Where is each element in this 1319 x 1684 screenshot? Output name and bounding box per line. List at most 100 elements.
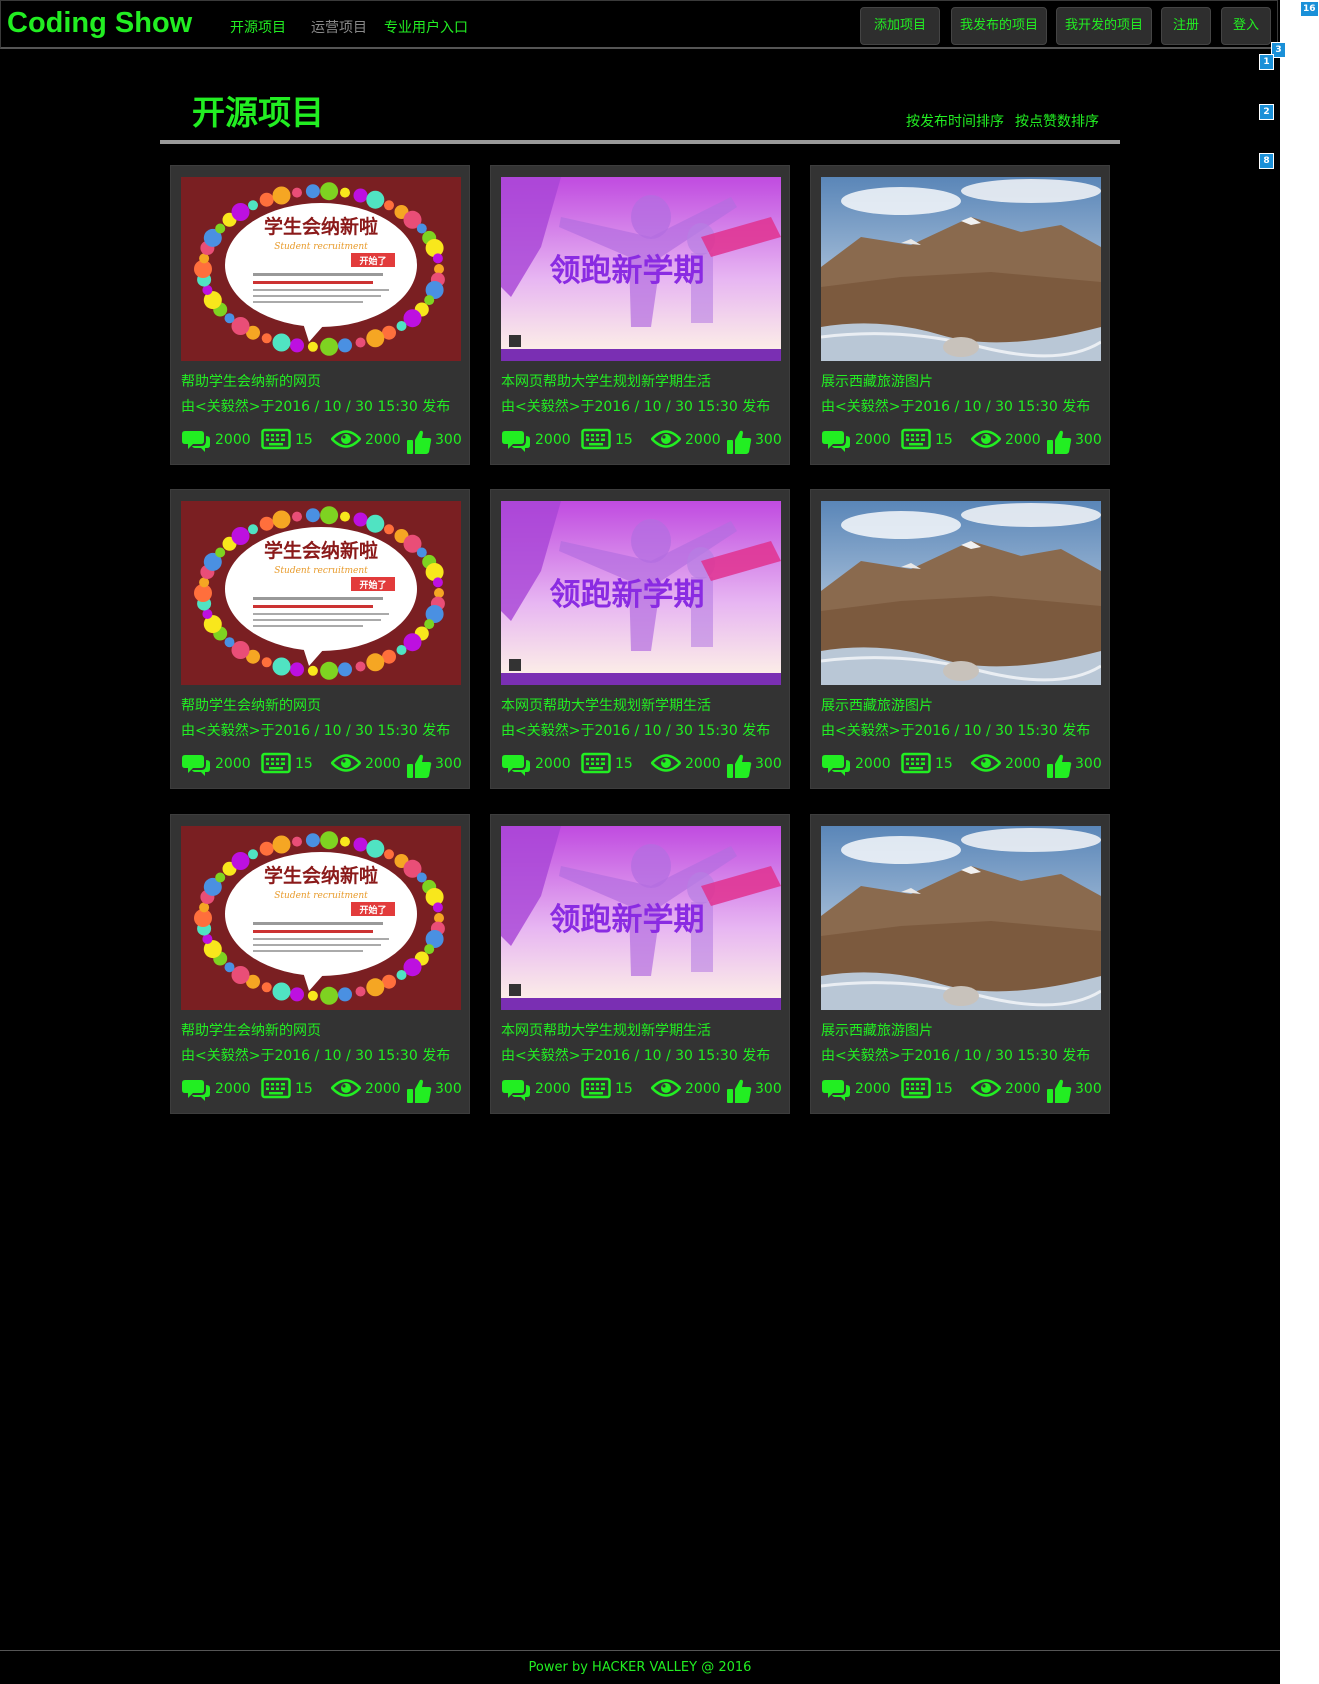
my-developed-button[interactable]: 我开发的项目 — [1056, 7, 1152, 45]
overlay-marker: 16 — [1300, 1, 1319, 17]
overlay-marker: 8 — [1259, 153, 1274, 169]
likes-count: 300 — [1075, 1081, 1102, 1097]
likes-count: 300 — [1075, 432, 1102, 448]
thumbs-up-icon[interactable] — [405, 1077, 433, 1109]
sort-by-likes-link[interactable]: 按点赞数排序 — [1015, 111, 1099, 131]
comment-icon — [181, 428, 211, 458]
keyboard-icon — [581, 1077, 611, 1103]
views-count: 2000 — [685, 756, 721, 772]
thumbs-up-icon[interactable] — [725, 428, 753, 460]
project-meta: 由<关毅然>于2016 / 10 / 30 15:30 发布 — [181, 1048, 451, 1064]
comment-icon — [501, 1077, 531, 1107]
project-title[interactable]: 帮助学生会纳新的网页 — [181, 1020, 321, 1040]
svg-text:Student recruitment: Student recruitment — [274, 566, 368, 576]
comments-count: 2000 — [535, 756, 571, 772]
comment-icon — [181, 752, 211, 782]
comment-icon — [501, 752, 531, 782]
sort-by-time-link[interactable]: 按发布时间排序 — [906, 111, 1004, 131]
thumbs-up-icon[interactable] — [725, 752, 753, 784]
nav-link-pro-users[interactable]: 专业用户入口 — [384, 17, 468, 37]
project-thumbnail[interactable]: 领跑新学期 — [501, 826, 781, 1010]
overlay-marker: 1 — [1259, 54, 1274, 70]
svg-text:领跑新学期: 领跑新学期 — [550, 902, 705, 938]
page-title: 开源项目 — [192, 93, 324, 132]
project-stats: 2000 15 2000 300 — [501, 1077, 787, 1103]
footer-text: Power by HACKER VALLEY @ 2016 — [528, 1660, 752, 1675]
code-count: 15 — [615, 432, 633, 448]
code-count: 15 — [615, 1081, 633, 1097]
project-thumbnail[interactable]: 学生会纳新啦 Student recruitment 开始了 — [181, 177, 461, 361]
project-title[interactable]: 帮助学生会纳新的网页 — [181, 371, 321, 391]
project-title[interactable]: 展示西藏旅游图片 — [821, 695, 933, 715]
project-title[interactable]: 展示西藏旅游图片 — [821, 1020, 933, 1040]
project-card[interactable]: 展示西藏旅游图片 由<关毅然>于2016 / 10 / 30 15:30 发布 … — [810, 489, 1110, 789]
thumbs-up-icon[interactable] — [405, 752, 433, 784]
views-count: 2000 — [365, 1081, 401, 1097]
project-card[interactable]: 学生会纳新啦 Student recruitment 开始了 帮助学生会纳新的网… — [170, 165, 470, 465]
project-title[interactable]: 本网页帮助大学生规划新学期生活 — [501, 695, 711, 715]
project-title[interactable]: 本网页帮助大学生规划新学期生活 — [501, 1020, 711, 1040]
project-card[interactable]: 展示西藏旅游图片 由<关毅然>于2016 / 10 / 30 15:30 发布 … — [810, 814, 1110, 1114]
project-stats: 2000 15 2000 300 — [181, 752, 467, 778]
project-title[interactable]: 本网页帮助大学生规划新学期生活 — [501, 371, 711, 391]
register-button[interactable]: 注册 — [1161, 7, 1211, 45]
comments-count: 2000 — [855, 756, 891, 772]
svg-text:开始了: 开始了 — [359, 579, 386, 591]
project-meta: 由<关毅然>于2016 / 10 / 30 15:30 发布 — [501, 399, 771, 415]
project-stats: 2000 15 2000 300 — [501, 428, 787, 454]
likes-count: 300 — [755, 432, 782, 448]
eye-icon — [330, 752, 362, 778]
nav-link-operations[interactable]: 运营项目 — [311, 17, 367, 37]
views-count: 2000 — [1005, 756, 1041, 772]
project-title[interactable]: 帮助学生会纳新的网页 — [181, 695, 321, 715]
keyboard-icon — [581, 428, 611, 454]
keyboard-icon — [261, 1077, 291, 1103]
keyboard-icon — [581, 752, 611, 778]
project-card[interactable]: 领跑新学期 本网页帮助大学生规划新学期生活 由<关毅然>于2016 / 10 /… — [490, 489, 790, 789]
keyboard-icon — [901, 1077, 931, 1103]
comments-count: 2000 — [215, 432, 251, 448]
project-meta: 由<关毅然>于2016 / 10 / 30 15:30 发布 — [181, 723, 451, 739]
code-count: 15 — [295, 1081, 313, 1097]
page-main: Coding Show 开源项目 运营项目 专业用户入口 添加项目 我发布的项目… — [0, 0, 1280, 1684]
svg-text:学生会纳新啦: 学生会纳新啦 — [264, 215, 378, 238]
project-title[interactable]: 展示西藏旅游图片 — [821, 371, 933, 391]
thumbs-up-icon[interactable] — [725, 1077, 753, 1109]
project-thumbnail[interactable]: 领跑新学期 — [501, 501, 781, 685]
project-stats: 2000 15 2000 300 — [181, 1077, 467, 1103]
nav-link-open-source[interactable]: 开源项目 — [230, 17, 286, 37]
my-published-button[interactable]: 我发布的项目 — [951, 7, 1047, 45]
keyboard-icon — [901, 428, 931, 454]
eye-icon — [970, 1077, 1002, 1103]
comments-count: 2000 — [855, 1081, 891, 1097]
project-stats: 2000 15 2000 300 — [821, 752, 1107, 778]
svg-text:领跑新学期: 领跑新学期 — [550, 577, 705, 613]
overlay-marker: 2 — [1259, 104, 1274, 120]
likes-count: 300 — [435, 756, 462, 772]
views-count: 2000 — [1005, 432, 1041, 448]
thumbs-up-icon[interactable] — [1045, 752, 1073, 784]
views-count: 2000 — [1005, 1081, 1041, 1097]
project-thumbnail[interactable]: 学生会纳新啦 Student recruitment 开始了 — [181, 826, 461, 1010]
login-button[interactable]: 登入 — [1221, 7, 1271, 45]
project-thumbnail[interactable] — [821, 177, 1101, 361]
project-thumbnail[interactable]: 领跑新学期 — [501, 177, 781, 361]
top-navbar: Coding Show 开源项目 运营项目 专业用户入口 添加项目 我发布的项目… — [0, 0, 1278, 49]
views-count: 2000 — [365, 432, 401, 448]
svg-text:领跑新学期: 领跑新学期 — [550, 253, 705, 289]
project-card[interactable]: 领跑新学期 本网页帮助大学生规划新学期生活 由<关毅然>于2016 / 10 /… — [490, 165, 790, 465]
thumbs-up-icon[interactable] — [405, 428, 433, 460]
project-card[interactable]: 学生会纳新啦 Student recruitment 开始了 帮助学生会纳新的网… — [170, 814, 470, 1114]
add-project-button[interactable]: 添加项目 — [860, 7, 940, 45]
thumbs-up-icon[interactable] — [1045, 1077, 1073, 1109]
project-stats: 2000 15 2000 300 — [181, 428, 467, 454]
project-thumbnail[interactable] — [821, 826, 1101, 1010]
brand-logo[interactable]: Coding Show — [7, 7, 192, 40]
project-card[interactable]: 学生会纳新啦 Student recruitment 开始了 帮助学生会纳新的网… — [170, 489, 470, 789]
project-thumbnail[interactable]: 学生会纳新啦 Student recruitment 开始了 — [181, 501, 461, 685]
project-card[interactable]: 展示西藏旅游图片 由<关毅然>于2016 / 10 / 30 15:30 发布 … — [810, 165, 1110, 465]
project-card[interactable]: 领跑新学期 本网页帮助大学生规划新学期生活 由<关毅然>于2016 / 10 /… — [490, 814, 790, 1114]
project-thumbnail[interactable] — [821, 501, 1101, 685]
svg-text:Student recruitment: Student recruitment — [274, 891, 368, 901]
thumbs-up-icon[interactable] — [1045, 428, 1073, 460]
